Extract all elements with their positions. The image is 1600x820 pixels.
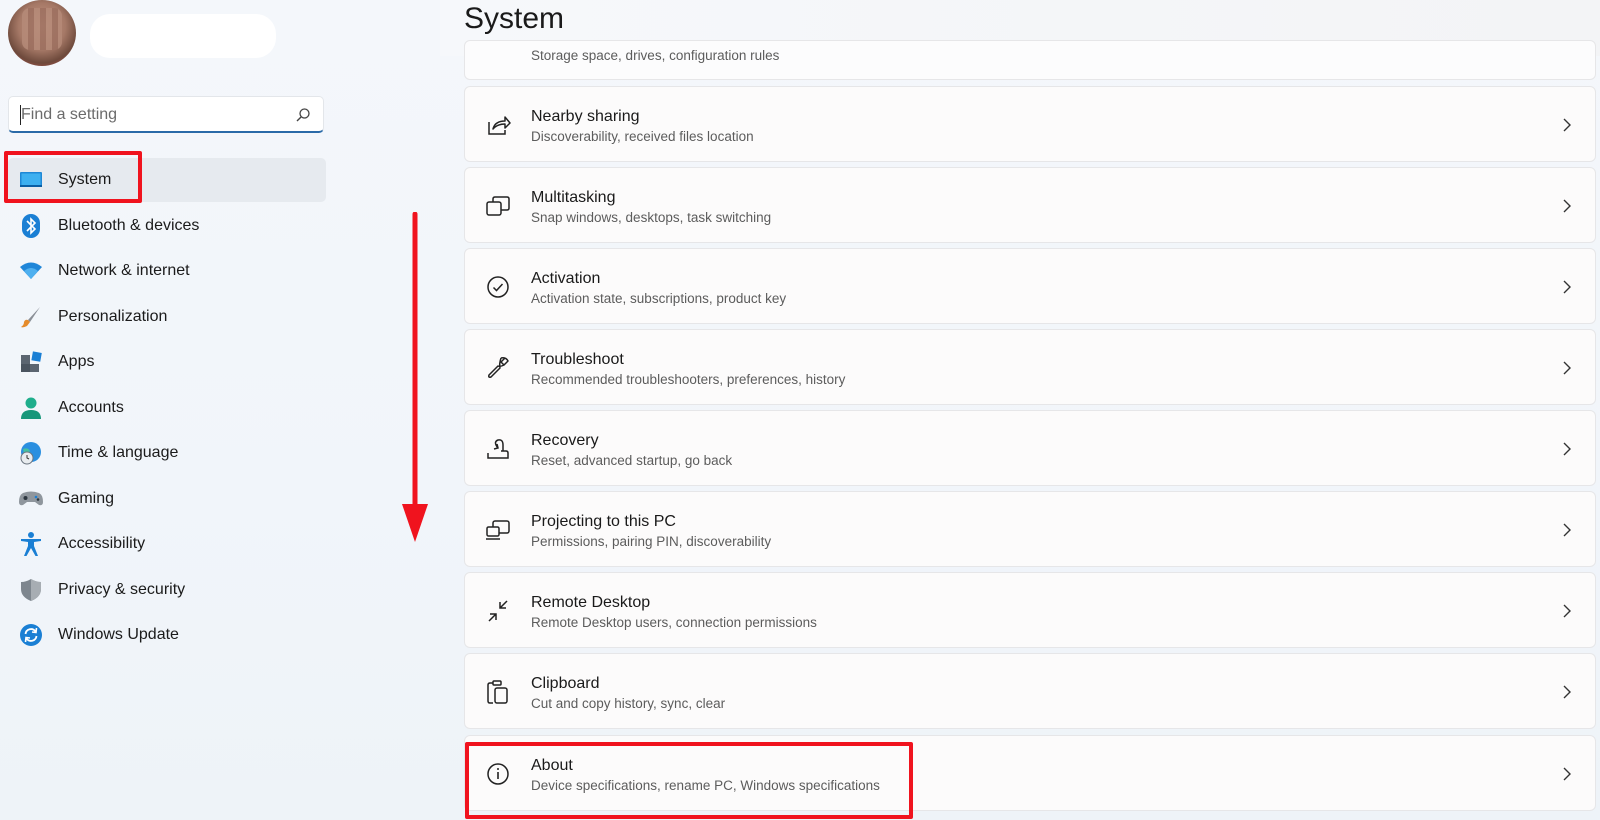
shield-icon bbox=[18, 577, 44, 603]
recovery-icon bbox=[487, 439, 509, 459]
sidebar-item-label: System bbox=[58, 171, 112, 188]
sidebar-item-label: Gaming bbox=[58, 489, 115, 507]
settings-card-nearby-sharing[interactable]: Nearby sharing Discoverability, received… bbox=[464, 86, 1596, 162]
bluetooth-icon bbox=[18, 213, 44, 239]
settings-card-activation[interactable]: Activation Activation state, subscriptio… bbox=[464, 248, 1596, 324]
chevron-right-icon bbox=[1563, 280, 1571, 294]
search-icon[interactable] bbox=[295, 107, 311, 123]
sidebar-item-label: Accessibility bbox=[58, 535, 146, 552]
card-title: Troubleshoot bbox=[531, 351, 624, 368]
sidebar-item-label: Windows Update bbox=[58, 626, 179, 643]
card-subtitle: Activation state, subscriptions, product… bbox=[531, 291, 787, 306]
sidebar-item-accessibility[interactable]: Accessibility bbox=[8, 522, 326, 566]
card-subtitle: Permissions, pairing PIN, discoverabilit… bbox=[531, 534, 772, 549]
sidebar: System Bluetooth & devices Network & int… bbox=[0, 0, 330, 820]
settings-card-clipboard[interactable]: Clipboard Cut and copy history, sync, cl… bbox=[464, 653, 1596, 729]
search-box[interactable] bbox=[8, 96, 324, 133]
sidebar-item-gaming[interactable]: Gaming bbox=[8, 477, 326, 521]
sidebar-item-label: Bluetooth & devices bbox=[58, 216, 200, 234]
settings-card-projecting[interactable]: Projecting to this PC Permissions, pairi… bbox=[464, 491, 1596, 567]
chevron-right-icon bbox=[1563, 199, 1571, 213]
wifi-icon bbox=[18, 258, 44, 284]
info-icon bbox=[487, 763, 509, 785]
check-circle-icon bbox=[487, 276, 509, 298]
settings-card-recovery[interactable]: Recovery Reset, advanced startup, go bac… bbox=[464, 410, 1596, 486]
card-title: Multitasking bbox=[531, 189, 616, 206]
settings-card-storage-partial[interactable]: Storage space, drives, configuration rul… bbox=[464, 40, 1596, 80]
sidebar-item-accounts[interactable]: Accounts bbox=[8, 386, 326, 430]
brush-icon bbox=[18, 304, 44, 330]
wrench-icon bbox=[488, 357, 509, 378]
card-title: Nearby sharing bbox=[531, 108, 640, 125]
multitasking-icon bbox=[486, 196, 510, 216]
card-title: Recovery bbox=[531, 432, 599, 449]
settings-card-about[interactable]: About Device specifications, rename PC, … bbox=[464, 735, 1596, 811]
avatar[interactable] bbox=[8, 0, 76, 66]
card-subtitle: Storage space, drives, configuration rul… bbox=[531, 48, 780, 63]
card-title: About bbox=[531, 757, 573, 774]
sidebar-item-personalization[interactable]: Personalization bbox=[8, 295, 326, 339]
card-subtitle: Snap windows, desktops, task switching bbox=[531, 210, 772, 225]
projecting-icon bbox=[486, 520, 510, 540]
card-title: Projecting to this PC bbox=[531, 513, 676, 530]
chevron-right-icon bbox=[1563, 118, 1571, 132]
chevron-right-icon bbox=[1563, 361, 1571, 375]
person-icon bbox=[18, 395, 44, 421]
card-subtitle: Device specifications, rename PC, Window… bbox=[531, 778, 880, 793]
title-bar-cover bbox=[440, 0, 1600, 40]
sidebar-item-label: Privacy & security bbox=[58, 580, 186, 598]
chevron-right-icon bbox=[1563, 685, 1571, 699]
page-title: System bbox=[464, 2, 565, 35]
sidebar-item-label: Time & language bbox=[58, 444, 179, 461]
chevron-right-icon bbox=[1563, 523, 1571, 537]
gamepad-icon bbox=[18, 486, 44, 512]
card-subtitle: Cut and copy history, sync, clear bbox=[531, 696, 726, 711]
clipboard-icon bbox=[487, 680, 508, 704]
sidebar-item-label: Accounts bbox=[58, 398, 124, 416]
remote-desktop-icon bbox=[488, 600, 508, 622]
sidebar-item-label: Network & internet bbox=[58, 262, 190, 279]
user-profile[interactable] bbox=[8, 0, 328, 70]
sidebar-item-network[interactable]: Network & internet bbox=[8, 249, 326, 293]
card-subtitle: Remote Desktop users, connection permiss… bbox=[531, 615, 817, 630]
settings-card-remote-desktop[interactable]: Remote Desktop Remote Desktop users, con… bbox=[464, 572, 1596, 648]
card-title: Activation bbox=[531, 270, 601, 287]
settings-card-troubleshoot[interactable]: Troubleshoot Recommended troubleshooters… bbox=[464, 329, 1596, 405]
sidebar-item-time-language[interactable]: Time & language bbox=[8, 431, 326, 475]
update-icon bbox=[18, 622, 44, 648]
apps-icon bbox=[18, 349, 44, 375]
globe-clock-icon bbox=[18, 440, 44, 466]
sidebar-item-windows-update[interactable]: Windows Update bbox=[8, 613, 326, 657]
settings-card-multitasking[interactable]: Multitasking Snap windows, desktops, tas… bbox=[464, 167, 1596, 243]
username-redacted bbox=[90, 14, 276, 58]
scroll-down-arrow-annotation bbox=[402, 212, 428, 542]
card-title: Remote Desktop bbox=[531, 594, 651, 611]
monitor-icon bbox=[18, 167, 44, 193]
sidebar-item-bluetooth[interactable]: Bluetooth & devices bbox=[8, 204, 326, 248]
card-subtitle: Recommended troubleshooters, preferences… bbox=[531, 372, 846, 387]
sidebar-item-label: Personalization bbox=[58, 307, 168, 325]
chevron-right-icon bbox=[1563, 442, 1571, 456]
sidebar-item-label: Apps bbox=[58, 353, 95, 370]
sidebar-item-privacy[interactable]: Privacy & security bbox=[8, 568, 326, 612]
sidebar-nav: System Bluetooth & devices Network & int… bbox=[8, 158, 326, 659]
card-subtitle: Reset, advanced startup, go back bbox=[531, 453, 733, 468]
sidebar-item-apps[interactable]: Apps bbox=[8, 340, 326, 384]
chevron-right-icon bbox=[1563, 604, 1571, 618]
accessibility-icon bbox=[18, 531, 44, 557]
share-icon bbox=[488, 116, 511, 135]
card-title: Clipboard bbox=[531, 675, 600, 692]
sidebar-item-system[interactable]: System bbox=[8, 158, 326, 202]
chevron-right-icon bbox=[1563, 767, 1571, 781]
card-subtitle: Discoverability, received files location bbox=[531, 129, 754, 144]
search-input[interactable] bbox=[21, 104, 281, 126]
